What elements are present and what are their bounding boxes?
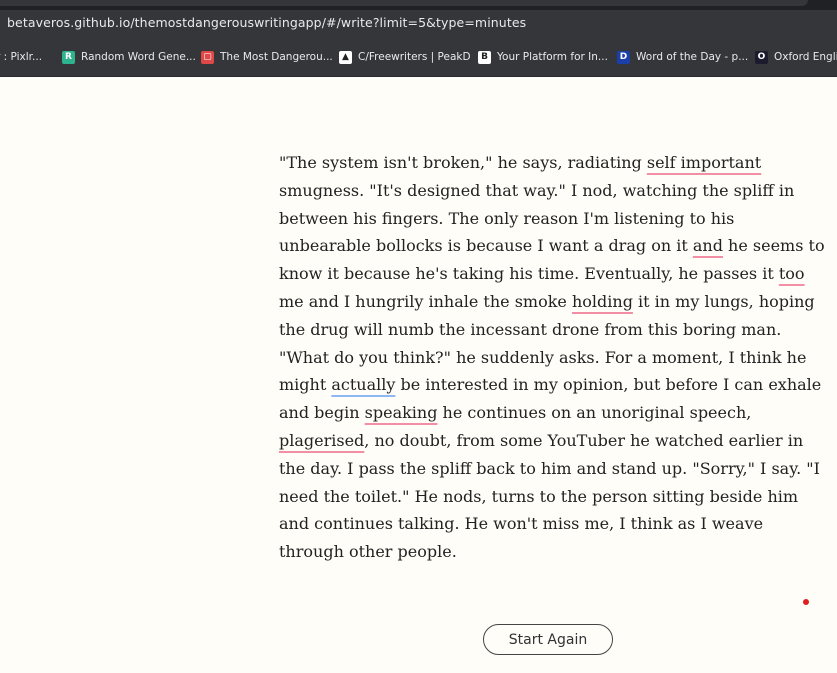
- essay-line: plagerised, no doubt, from some YouTuber…: [279, 427, 824, 455]
- essay-line: me and I hungrily inhale the smoke holdi…: [279, 288, 824, 316]
- essay-text-run: be interested in my opinion, but before …: [395, 375, 822, 395]
- essay-text-run: and continues talking. He won't miss me,…: [279, 514, 764, 534]
- essay-line: "The system isn't broken," he says, radi…: [279, 149, 824, 177]
- essay-text: "The system isn't broken," he says, radi…: [279, 149, 825, 566]
- bookmark-label: r : Pixlr...: [0, 51, 43, 63]
- dangerous-app-icon: ▢: [201, 50, 214, 64]
- spelling-error-word: self important: [646, 153, 762, 172]
- bookmark-label: Your Platform for In...: [497, 51, 608, 63]
- essay-line: "What do you think?" he suddenly asks. F…: [279, 344, 824, 372]
- platform-icon: B: [478, 50, 491, 64]
- essay-text-run: he seems to: [722, 236, 825, 256]
- oxford-icon: O: [755, 50, 768, 64]
- essay-line: smugness. "It's designed that way." I no…: [279, 177, 824, 205]
- essay-text-run: "The system isn't broken," he says, radi…: [279, 153, 647, 172]
- essay-line: through other people.: [279, 538, 824, 566]
- essay-line: might actually be interested in my opini…: [279, 371, 824, 399]
- timer-indicator-dot: [803, 599, 809, 605]
- bookmark-item[interactable]: D Word of the Day - p...: [617, 49, 748, 65]
- essay-line: between his fingers. The only reason I'm…: [279, 205, 824, 233]
- url-text[interactable]: betaveros.github.io/themostdangerouswrit…: [7, 15, 526, 30]
- bookmark-item[interactable]: ▢ The Most Dangerou...: [201, 49, 333, 65]
- peakd-icon: ▲: [339, 50, 352, 64]
- essay-text-run: "What do you think?" he suddenly asks. F…: [279, 347, 807, 367]
- bookmark-item[interactable]: B Your Platform for In...: [478, 49, 608, 65]
- essay-line: the drug will numb the incessant drone f…: [279, 316, 824, 344]
- bookmarks-bar: r : Pixlr... R Random Word Gene... ▢ The Mos…: [0, 39, 837, 77]
- spelling-error-word: holding: [571, 291, 633, 311]
- essay-text-run: through other people.: [279, 542, 457, 562]
- bookmark-item[interactable]: O Oxford English: [755, 49, 837, 65]
- essay-text-run: might: [279, 375, 332, 395]
- essay-text-run: know it because he's taking his time. Ev…: [279, 264, 779, 284]
- spelling-error-word: speaking: [364, 403, 438, 423]
- bookmark-item[interactable]: r : Pixlr...: [0, 49, 42, 65]
- bookmark-label: The Most Dangerou...: [220, 51, 333, 63]
- bookmark-label: Word of the Day - p...: [636, 51, 749, 63]
- bookmark-label: Random Word Gene...: [81, 51, 196, 63]
- start-again-button[interactable]: Start Again: [483, 624, 613, 655]
- essay-text-run: it in my lungs, hoping: [632, 291, 815, 311]
- essay-line: and continues talking. He won't miss me,…: [279, 510, 824, 538]
- bookmark-label: Oxford English: [774, 51, 837, 63]
- essay-text-run: between his fingers. The only reason I'm…: [279, 208, 735, 228]
- address-bar[interactable]: betaveros.github.io/themostdangerouswrit…: [0, 10, 837, 39]
- bookmark-label: C/Freewriters | PeakD: [358, 51, 471, 63]
- writing-page: "The system isn't broken," he says, radi…: [0, 77, 837, 673]
- essay-line: need the toilet." He nods, turns to the …: [279, 483, 824, 511]
- essay-line: unbearable bollocks is because I want a …: [279, 232, 825, 260]
- essay-text-run: need the toilet." He nods, turns to the …: [279, 486, 799, 506]
- browser-tab-strip: [0, 0, 837, 10]
- grammar-hint-word: actually: [331, 375, 396, 395]
- essay-text-run: he continues on an unoriginal speech,: [437, 403, 752, 423]
- bookmark-item[interactable]: ▲ C/Freewriters | PeakD: [339, 49, 471, 65]
- essay-text-run: , no doubt, from some YouTuber he watche…: [364, 430, 804, 450]
- spelling-error-word: and: [692, 236, 723, 256]
- dictionary-icon: D: [617, 50, 630, 64]
- essay-text-run: me and I hungrily inhale the smoke: [279, 291, 572, 311]
- random-word-icon: R: [62, 50, 75, 64]
- spelling-error-word: plagerised: [279, 430, 365, 450]
- bookmark-item[interactable]: R Random Word Gene...: [62, 49, 196, 65]
- essay-text-run: unbearable bollocks is because I want a …: [279, 236, 693, 256]
- essay-line: know it because he's taking his time. Ev…: [279, 260, 824, 288]
- essay-text-run: and begin: [279, 403, 365, 423]
- active-tab[interactable]: [0, 0, 808, 6]
- spelling-error-word: too: [778, 264, 805, 284]
- essay-line: and begin speaking he continues on an un…: [279, 399, 824, 427]
- essay-text-run: the day. I pass the spliff back to him a…: [279, 458, 820, 478]
- essay-text-run: smugness. "It's designed that way." I no…: [279, 180, 795, 200]
- essay-line: the day. I pass the spliff back to him a…: [279, 455, 824, 483]
- essay-text-run: the drug will numb the incessant drone f…: [279, 319, 782, 339]
